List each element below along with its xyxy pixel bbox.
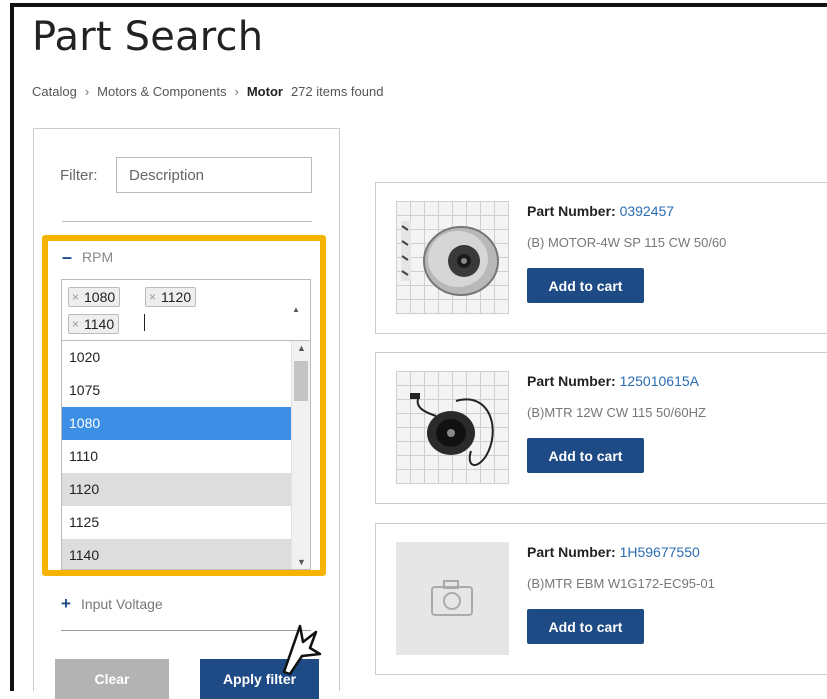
breadcrumb-motors-components[interactable]: Motors & Components: [97, 84, 226, 99]
product-card: Part Number: 1H59677550 (B)MTR EBM W1G17…: [375, 523, 827, 675]
product-image-placeholder[interactable]: [396, 542, 509, 655]
rpm-label: RPM: [82, 249, 114, 265]
part-number: Part Number: 0392457: [527, 203, 674, 219]
product-image[interactable]: [396, 201, 509, 314]
collapse-icon[interactable]: –: [62, 248, 72, 266]
breadcrumb-catalog[interactable]: Catalog: [32, 84, 77, 99]
description-filter-input[interactable]: [116, 157, 312, 193]
divider: [62, 221, 312, 222]
text-cursor: [144, 314, 145, 331]
caret-up-icon[interactable]: ▲: [292, 305, 300, 314]
selected-tag: × 1080: [68, 287, 121, 307]
expand-icon[interactable]: +: [61, 594, 71, 614]
remove-tag-icon[interactable]: ×: [72, 317, 79, 331]
page-title: Part Search: [32, 14, 264, 60]
screenshot-frame-top: [10, 3, 827, 7]
input-voltage-label: Input Voltage: [80, 596, 163, 612]
tag-label: 1080: [84, 289, 116, 305]
part-description: (B)MTR 12W CW 115 50/60HZ: [527, 405, 706, 420]
part-number-label: Part Number:: [527, 373, 616, 389]
part-number-label: Part Number:: [527, 544, 616, 560]
result-count: 272 items found: [290, 84, 384, 99]
remove-tag-icon[interactable]: ×: [72, 290, 79, 304]
part-description: (B)MTR EBM W1G172-EC95-01: [527, 576, 715, 591]
rpm-multiselect[interactable]: × 1080 × 1120 × 1140: [61, 279, 311, 341]
chevron-right-icon: ›: [84, 84, 90, 99]
part-number-link[interactable]: 0392457: [620, 203, 675, 219]
part-number-label: Part Number:: [527, 203, 616, 219]
screenshot-frame-left: [10, 3, 14, 691]
product-card: Part Number: 0392457 (B) MOTOR-4W SP 115…: [375, 182, 827, 334]
remove-tag-icon[interactable]: ×: [149, 290, 156, 304]
selected-tag: × 1140: [68, 314, 120, 334]
product-image[interactable]: [396, 371, 509, 484]
part-number: Part Number: 1H59677550: [527, 544, 700, 560]
part-description: (B) MOTOR-4W SP 115 CW 50/60: [527, 235, 727, 250]
filter-label: Filter:: [60, 167, 98, 184]
rpm-option[interactable]: 1125: [62, 506, 291, 539]
add-to-cart-button[interactable]: Add to cart: [527, 268, 644, 303]
motor-image-icon: [410, 393, 494, 466]
motor-image-icon: [401, 221, 499, 296]
rpm-option[interactable]: 1110: [62, 440, 291, 473]
clear-button[interactable]: Clear: [55, 659, 169, 699]
rpm-option-highlighted[interactable]: 1080: [62, 407, 291, 440]
selected-tag: × 1120: [145, 287, 197, 307]
tag-label: 1140: [84, 316, 115, 332]
rpm-facet-header[interactable]: – RPM: [62, 248, 114, 266]
rpm-option-selected[interactable]: 1140: [62, 539, 291, 569]
rpm-option[interactable]: 1075: [62, 374, 291, 407]
scroll-down-icon[interactable]: ▼: [297, 557, 306, 567]
scrollbar[interactable]: ▲ ▼: [291, 341, 310, 569]
rpm-option[interactable]: 1020: [62, 341, 291, 374]
tag-label: 1120: [161, 289, 192, 305]
part-number-link[interactable]: 125010615A: [620, 373, 699, 389]
camera-icon: [431, 580, 473, 616]
input-voltage-facet-header[interactable]: + Input Voltage: [61, 594, 163, 614]
part-number-link[interactable]: 1H59677550: [620, 544, 700, 560]
mouse-pointer-icon: [282, 624, 322, 676]
chevron-right-icon: ›: [234, 84, 239, 99]
breadcrumb: Catalog › Motors & Components › Motor 27…: [32, 84, 383, 99]
rpm-option-selected[interactable]: 1120: [62, 473, 291, 506]
scrollbar-thumb[interactable]: [294, 361, 308, 401]
rpm-options-list: 1020 1075 1080 1110 1120 1125 1140 ▲ ▼: [61, 341, 311, 570]
scroll-up-icon[interactable]: ▲: [297, 343, 306, 353]
add-to-cart-button[interactable]: Add to cart: [527, 438, 644, 473]
add-to-cart-button[interactable]: Add to cart: [527, 609, 644, 644]
product-card: Part Number: 125010615A (B)MTR 12W CW 11…: [375, 352, 827, 504]
breadcrumb-current: Motor: [246, 84, 283, 99]
part-number: Part Number: 125010615A: [527, 373, 699, 389]
